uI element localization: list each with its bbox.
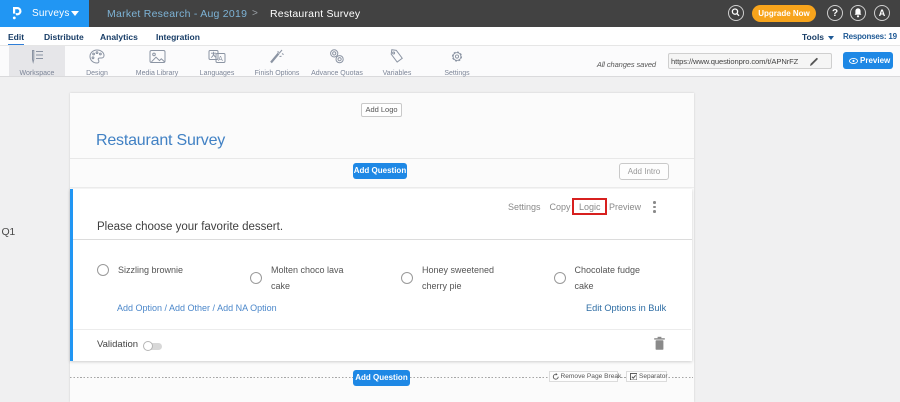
svg-text:A: A xyxy=(218,56,223,63)
